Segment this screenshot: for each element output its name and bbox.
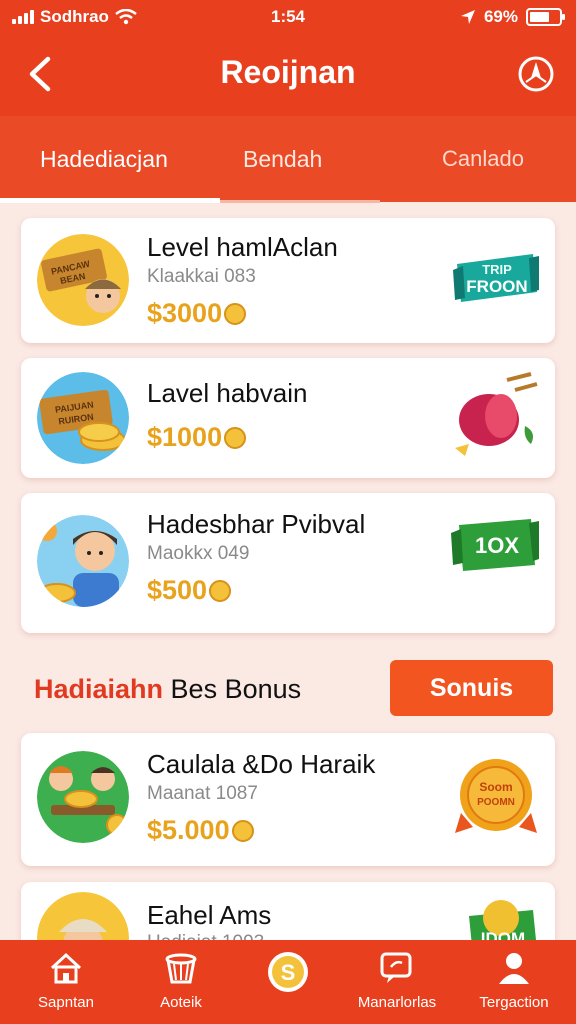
reward-code: Maokkx 049 [147, 543, 250, 564]
nav-item-coin[interactable]: S [228, 948, 348, 1000]
reward-code: Maanat 1087 [147, 783, 258, 804]
tab-canlado[interactable]: Canlado [442, 146, 524, 172]
svg-text:FROON: FROON [466, 277, 527, 296]
reward-card[interactable]: PANCAW BEAN Level hamlAclan Klaakkai 083… [21, 218, 555, 343]
tab-bar: Hadediacjan Bendah Canlado [0, 116, 576, 202]
nav-item-home[interactable]: Sapntan [6, 948, 126, 1011]
nav-label: Aoteik [160, 994, 202, 1011]
tab-indicator [0, 198, 220, 203]
section-title-dark: Bes Bonus [170, 674, 302, 704]
price-text: $1000 [147, 422, 223, 452]
tab-bendah[interactable]: Bendah [243, 146, 322, 173]
svg-text:TRIP: TRIP [482, 262, 512, 277]
nav-label: Manarlorlas [357, 994, 437, 1011]
svg-text:S: S [281, 960, 296, 985]
compass-button[interactable] [516, 54, 556, 94]
reward-price: $5.000 [147, 815, 254, 846]
nav-label: Sapntan [38, 994, 94, 1011]
coin-icon [224, 302, 247, 325]
drum-icon [455, 372, 538, 456]
price-text: $3000 [147, 298, 223, 328]
battery-percent: 69% [483, 7, 518, 26]
reward-thumbnail: PAIJUAN RUIRON [37, 372, 129, 464]
price-text: $500 [147, 575, 208, 605]
status-bar: Sodhrao 1:54 69% [0, 0, 576, 34]
nav-bar: Reoijnan [0, 34, 576, 116]
reward-price: $1000 [147, 422, 247, 453]
reward-thumbnail [37, 751, 129, 843]
reward-thumbnail: PANCAW BEAN [37, 234, 129, 326]
battery-icon [526, 8, 565, 26]
reward-price: $3000 [147, 298, 247, 329]
bottom-navigation: Sapntan Aoteik S Manarlorlas Tergaction [0, 940, 576, 1024]
reward-card[interactable]: Hadesbhar Pvibval Maokkx 049 $500 1OX [21, 493, 555, 633]
reward-card[interactable]: PAIJUAN RUIRON Lavel habvain $1000 [21, 358, 555, 478]
bonus-button[interactable]: Sonuis [390, 660, 553, 716]
ten-x-badge-icon: 1OX [451, 519, 539, 571]
reward-name: Level hamlAclan [147, 232, 338, 262]
reward-name: Caulala &Do Haraik [147, 749, 376, 779]
trip-badge-icon: TRIP FROON [453, 254, 539, 302]
reward-name: Lavel habvain [147, 378, 308, 408]
person-icon [494, 948, 534, 988]
section-title: Hadiaiahn Bes Bonus [34, 674, 301, 705]
coin-icon: S [266, 950, 310, 994]
svg-text:1OX: 1OX [475, 533, 519, 558]
section-title-red: Hadiaiahn [34, 674, 164, 704]
nav-item-profile[interactable]: Tergaction [454, 948, 574, 1011]
chat-icon [377, 948, 417, 988]
tab-hadediacjan[interactable]: Hadediacjan [40, 146, 168, 173]
nav-item-basket[interactable]: Aoteik [121, 948, 241, 1011]
svg-text:Soom: Soom [479, 780, 512, 794]
reward-thumbnail [37, 515, 129, 607]
seal-badge-icon: Soom POOMN [455, 759, 537, 833]
reward-name: Hadesbhar Pvibval [147, 509, 366, 539]
reward-card[interactable]: Caulala &Do Haraik Maanat 1087 $5.000 So… [21, 733, 555, 866]
nav-label: Tergaction [479, 994, 549, 1011]
reward-name: Eahel Ams [147, 900, 272, 930]
price-text: $5.000 [147, 815, 230, 845]
reward-code: Klaakkai 083 [147, 266, 256, 287]
bonus-section-header: Hadiaiahn Bes Bonus Sonuis [0, 660, 576, 716]
tab-track [220, 200, 380, 203]
page-title: Reoijnan [220, 54, 356, 90]
coin-icon [231, 819, 254, 842]
reward-price: $500 [147, 575, 232, 606]
basket-icon [161, 948, 201, 988]
coin-icon [209, 579, 232, 602]
nav-item-messages[interactable]: Manarlorlas [337, 948, 457, 1011]
coin-icon [224, 426, 247, 449]
svg-text:POOMN: POOMN [477, 797, 515, 808]
home-icon [46, 948, 86, 988]
location-icon [460, 10, 475, 24]
